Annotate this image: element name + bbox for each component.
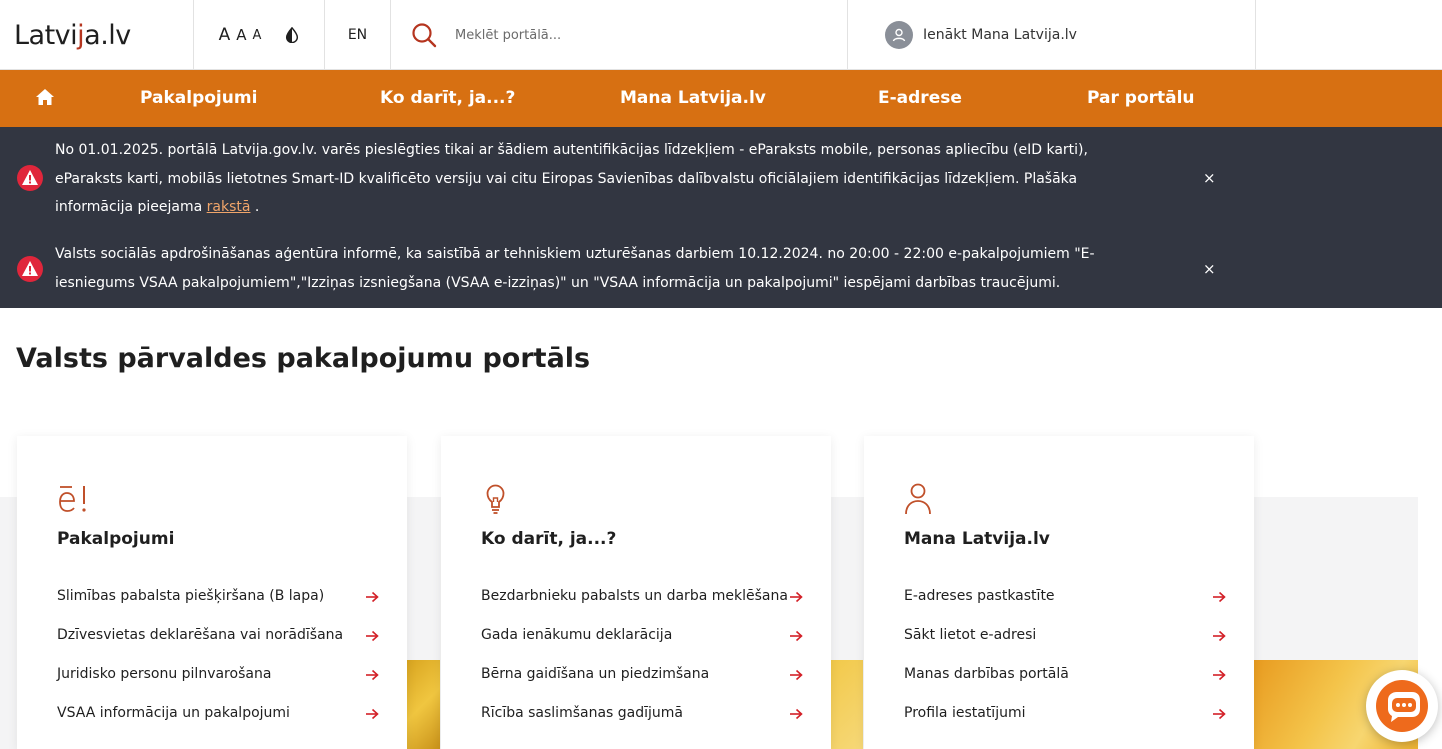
warning-icon: [17, 256, 43, 282]
search-bar: [391, 0, 848, 70]
card-link[interactable]: Profila iestatījumi: [904, 705, 1226, 744]
arrow-right-icon: [1213, 708, 1226, 720]
card-link-label: Profila iestatījumi: [904, 705, 1026, 721]
card-link-label: Rīcība saslimšanas gadījumā: [481, 705, 683, 721]
person-icon: [905, 483, 931, 515]
home-icon[interactable]: [35, 88, 55, 106]
lightbulb-icon: [486, 484, 505, 514]
close-icon[interactable]: ×: [1203, 260, 1216, 278]
nav-item-mana-latvija[interactable]: Mana Latvija.lv: [620, 70, 766, 127]
arrow-right-icon: [790, 591, 803, 603]
card-mana-latvija: Mana Latvija.lv E-adreses pastkastīte Sā…: [864, 436, 1254, 749]
arrow-right-icon: [366, 591, 379, 603]
card-link-label: Juridisko personu pilnvarošana: [57, 666, 272, 682]
font-size-medium-button[interactable]: A: [236, 26, 246, 44]
card-ko-darit: Ko darīt, ja...? Bezdarbnieku pabalsts u…: [441, 436, 831, 749]
card-link[interactable]: Sākt lietot e-adresi: [904, 627, 1226, 666]
alert-text: Valsts sociālās apdrošināšanas aģentūra …: [55, 246, 1095, 291]
chat-button[interactable]: [1366, 670, 1438, 742]
alert-text: No 01.01.2025. portālā Latvija.gov.lv. v…: [55, 136, 1100, 222]
card-links: E-adreses pastkastīte Sākt lietot e-adre…: [904, 588, 1226, 744]
card-link-label: VSAA informācija un pakalpojumi: [57, 705, 290, 721]
card-link[interactable]: Bezdarbnieku pabalsts un darba meklēšana: [481, 588, 803, 627]
logo-cell: Latvija.lv: [0, 0, 194, 70]
font-size-small-button[interactable]: A: [253, 28, 262, 43]
site-logo[interactable]: Latvija.lv: [14, 20, 131, 51]
alert-article-link[interactable]: rakstā: [207, 199, 251, 215]
main-navigation: Pakalpojumi Ko darīt, ja...? Mana Latvij…: [0, 70, 1442, 127]
warning-icon: [17, 165, 43, 191]
user-avatar-icon: [885, 21, 913, 49]
arrow-right-icon: [366, 708, 379, 720]
page-title: Valsts pārvaldes pakalpojumu portāls: [16, 343, 591, 374]
font-size-large-button[interactable]: A: [219, 25, 231, 45]
arrow-right-icon: [366, 669, 379, 681]
nav-item-par-portalu[interactable]: Par portālu: [1087, 70, 1195, 127]
site-header: Latvija.lv A A A EN Ienākt Mana Latvija.…: [0, 0, 1442, 70]
card-link-label: E-adreses pastkastīte: [904, 588, 1055, 604]
alert-banner: No 01.01.2025. portālā Latvija.gov.lv. v…: [0, 127, 1442, 308]
card-link-label: Gada ienākumu deklarācija: [481, 627, 673, 643]
card-link-label: Slimības pabalsta piešķiršana (B lapa): [57, 588, 325, 604]
decorative-image: [407, 660, 440, 749]
login-button[interactable]: Ienākt Mana Latvija.lv: [848, 0, 1256, 70]
card-link-label: Bērna gaidīšana un piedzimšana: [481, 666, 710, 682]
card-link[interactable]: Bērna gaidīšana un piedzimšana: [481, 666, 803, 705]
language-switch[interactable]: EN: [325, 0, 391, 70]
arrow-right-icon: [1213, 630, 1226, 642]
font-size-controls: A A A: [194, 0, 325, 70]
card-links: Bezdarbnieku pabalsts un darba meklēšana…: [481, 588, 803, 744]
card-pakalpojumi: Pakalpojumi Slimības pabalsta piešķiršan…: [17, 436, 407, 749]
arrow-right-icon: [790, 630, 803, 642]
logo-text-start: Latvi: [14, 19, 78, 51]
card-link[interactable]: Gada ienākumu deklarācija: [481, 627, 803, 666]
card-link[interactable]: Slimības pabalsta piešķiršana (B lapa): [57, 588, 379, 627]
nav-item-e-adrese[interactable]: E-adrese: [878, 70, 962, 127]
search-icon[interactable]: [411, 22, 437, 48]
alert-text-end: .: [250, 199, 260, 215]
arrow-right-icon: [1213, 591, 1226, 603]
close-icon[interactable]: ×: [1203, 169, 1216, 187]
chat-icon: [1376, 680, 1428, 732]
arrow-right-icon: [1213, 669, 1226, 681]
card-link[interactable]: Manas darbības portālā: [904, 666, 1226, 705]
card-link[interactable]: E-adreses pastkastīte: [904, 588, 1226, 627]
header-spacer: [1256, 0, 1442, 70]
card-title: Ko darīt, ja...?: [481, 529, 617, 549]
card-link-label: Manas darbības portālā: [904, 666, 1069, 682]
search-input[interactable]: [455, 27, 815, 43]
card-link-label: Bezdarbnieku pabalsts un darba meklēšana: [481, 588, 788, 604]
logo-text-end: a.lv: [84, 19, 131, 51]
card-link[interactable]: VSAA informācija un pakalpojumi: [57, 705, 379, 744]
card-link-label: Sākt lietot e-adresi: [904, 627, 1037, 643]
card-links: Slimības pabalsta piešķiršana (B lapa) D…: [57, 588, 379, 744]
decorative-image: [831, 660, 863, 749]
contrast-icon[interactable]: [285, 27, 299, 43]
e-service-icon: [59, 486, 86, 512]
login-label: Ienākt Mana Latvija.lv: [923, 27, 1077, 43]
nav-item-ko-darit[interactable]: Ko darīt, ja...?: [380, 70, 515, 127]
card-link-label: Dzīvesvietas deklarēšana vai norādīšana: [57, 627, 344, 643]
arrow-right-icon: [790, 669, 803, 681]
nav-item-pakalpojumi[interactable]: Pakalpojumi: [140, 70, 257, 127]
card-title: Mana Latvija.lv: [904, 529, 1050, 549]
arrow-right-icon: [366, 630, 379, 642]
card-title: Pakalpojumi: [57, 529, 175, 549]
card-link[interactable]: Dzīvesvietas deklarēšana vai norādīšana: [57, 627, 379, 666]
card-link[interactable]: Rīcība saslimšanas gadījumā: [481, 705, 803, 744]
arrow-right-icon: [790, 708, 803, 720]
card-link[interactable]: Juridisko personu pilnvarošana: [57, 666, 379, 705]
